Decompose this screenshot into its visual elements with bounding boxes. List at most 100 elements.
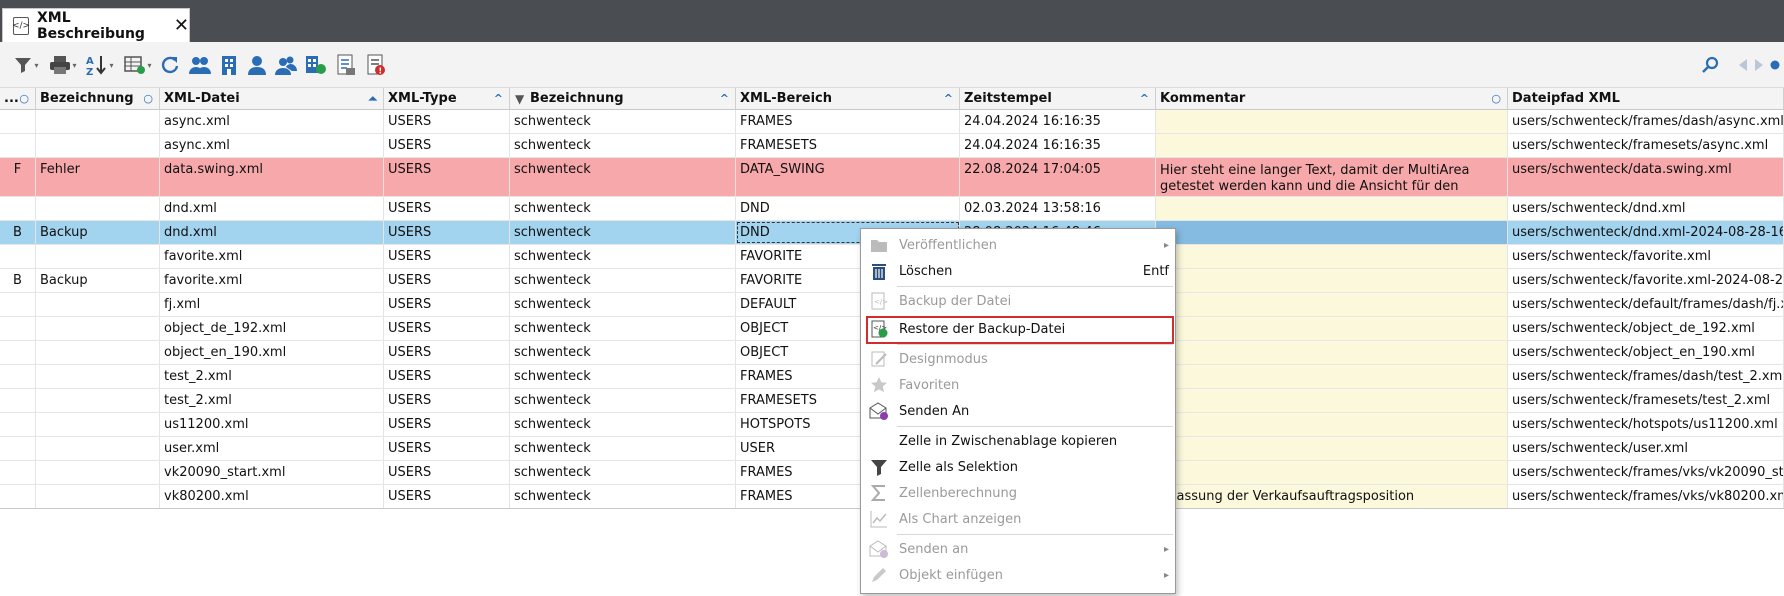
menu-item-veroeffentlichen[interactable]: Veröffentlichen ▸ <box>861 232 1175 258</box>
table-cell-flag[interactable]: B <box>0 221 36 244</box>
table-cell-pfad[interactable]: users/schwenteck/data.swing.xml <box>1508 158 1784 196</box>
table-cell-pfad[interactable]: users/schwenteck/favorite.xml <box>1508 245 1784 268</box>
table-cell-bez2[interactable]: schwenteck <box>510 317 736 340</box>
export-icon[interactable]: ▾ <box>122 52 154 78</box>
menu-item-designmodus[interactable]: Designmodus <box>861 346 1175 372</box>
table-cell-type[interactable]: USERS <box>384 269 510 292</box>
table-cell-type[interactable]: USERS <box>384 317 510 340</box>
menu-item-zelle-selektion[interactable]: Zelle als Selektion <box>861 454 1175 480</box>
table-cell-pfad[interactable]: users/schwenteck/framesets/async.xml <box>1508 134 1784 157</box>
table-cell-type[interactable]: USERS <box>384 437 510 460</box>
print-icon[interactable]: ▾ <box>46 52 80 78</box>
table-cell-bez2[interactable]: schwenteck <box>510 221 736 244</box>
table-cell-kommentar[interactable] <box>1156 197 1508 220</box>
table-cell-file[interactable]: vk80200.xml <box>160 485 384 508</box>
table-cell-bez[interactable] <box>36 413 160 436</box>
column-header-xml-bereich[interactable]: XML-Bereich ^ <box>736 88 960 110</box>
table-cell-type[interactable]: USERS <box>384 485 510 508</box>
table-cell-file[interactable]: test_2.xml <box>160 389 384 412</box>
table-cell-file[interactable]: async.xml <box>160 134 384 157</box>
column-header-xml-datei[interactable]: XML-Datei ⏶ <box>160 88 384 110</box>
table-cell-zeit[interactable]: 22.08.2024 17:04:05 <box>960 158 1156 196</box>
table-cell-bez2[interactable]: schwenteck <box>510 485 736 508</box>
table-cell-bez[interactable]: Backup <box>36 269 160 292</box>
table-cell-kommentar[interactable] <box>1156 293 1508 316</box>
table-cell-file[interactable]: fj.xml <box>160 293 384 316</box>
table-cell-pfad[interactable]: users/schwenteck/object_en_190.xml <box>1508 341 1784 364</box>
menu-item-zellenberechnung[interactable]: Zellenberechnung <box>861 480 1175 506</box>
table-cell-type[interactable]: USERS <box>384 197 510 220</box>
filter-icon[interactable]: ▾ <box>10 52 42 78</box>
table-cell-bez[interactable] <box>36 485 160 508</box>
table-cell-bez[interactable]: Fehler <box>36 158 160 196</box>
table-cell-kommentar[interactable] <box>1156 110 1508 133</box>
table-cell-bez[interactable] <box>36 245 160 268</box>
table-cell-pfad[interactable]: users/schwenteck/object_de_192.xml <box>1508 317 1784 340</box>
table-cell-bez[interactable] <box>36 389 160 412</box>
prev-icon[interactable] <box>1736 52 1750 78</box>
table-cell-bez2[interactable]: schwenteck <box>510 110 736 133</box>
sort-double-up-icon[interactable]: ⏶ <box>368 88 377 110</box>
table-cell-bez2[interactable]: schwenteck <box>510 197 736 220</box>
table-cell-zeit[interactable]: 24.04.2024 16:16:35 <box>960 134 1156 157</box>
building-icon[interactable] <box>218 52 240 78</box>
table-cell-type[interactable]: USERS <box>384 245 510 268</box>
table-cell-pfad[interactable]: users/schwenteck/dnd.xml-2024-08-28-16.4… <box>1508 221 1784 244</box>
sort-up-icon[interactable]: ^ <box>494 88 503 110</box>
users-group-icon[interactable] <box>188 52 212 78</box>
table-cell-flag[interactable] <box>0 293 36 316</box>
table-cell-kommentar[interactable] <box>1156 221 1508 244</box>
table-cell-flag[interactable] <box>0 197 36 220</box>
table-cell-type[interactable]: USERS <box>384 389 510 412</box>
table-cell-flag[interactable] <box>0 461 36 484</box>
table-cell-kommentar[interactable]: npassung der Verkaufsauftragsposition <box>1156 485 1508 508</box>
table-cell-file[interactable]: object_de_192.xml <box>160 317 384 340</box>
column-header-bezeichnung-2[interactable]: ▼ Bezeichnung ^ <box>510 88 736 110</box>
menu-item-chart[interactable]: Als Chart anzeigen <box>861 506 1175 532</box>
table-cell-pfad[interactable]: users/schwenteck/frames/dash/test_2.xml <box>1508 365 1784 388</box>
table-cell-type[interactable]: USERS <box>384 110 510 133</box>
table-cell-bez2[interactable]: schwenteck <box>510 341 736 364</box>
table-cell-bez2[interactable]: schwenteck <box>510 269 736 292</box>
table-cell-pfad[interactable]: users/schwenteck/frames/vks/vk80200.xml <box>1508 485 1784 508</box>
table-cell-bez2[interactable]: schwenteck <box>510 365 736 388</box>
table-cell-file[interactable]: vk20090_start.xml <box>160 461 384 484</box>
table-cell-pfad[interactable]: users/schwenteck/dnd.xml <box>1508 197 1784 220</box>
column-option-icon[interactable]: ○ <box>19 88 29 110</box>
document-list-icon[interactable] <box>334 52 358 78</box>
table-row[interactable]: F Fehler data.swing.xml USERS schwenteck DATA… <box>0 158 1784 197</box>
table-cell-bez2[interactable]: schwenteck <box>510 389 736 412</box>
table-cell-file[interactable]: favorite.xml <box>160 245 384 268</box>
table-cell-type[interactable]: USERS <box>384 413 510 436</box>
table-cell-flag[interactable] <box>0 485 36 508</box>
menu-item-loeschen[interactable]: Löschen Entf <box>861 258 1175 284</box>
table-cell-type[interactable]: USERS <box>384 341 510 364</box>
table-cell-bez2[interactable]: schwenteck <box>510 158 736 196</box>
table-cell-file[interactable]: user.xml <box>160 437 384 460</box>
table-cell-bez[interactable] <box>36 317 160 340</box>
table-row[interactable]: async.xml USERS schwenteck FRAMES 24.04.2024… <box>0 110 1784 134</box>
table-cell-kommentar[interactable] <box>1156 245 1508 268</box>
menu-item-restore[interactable]: </> Restore der Backup-Datei <box>861 316 1175 342</box>
search-icon[interactable] <box>1700 52 1722 78</box>
table-cell-bez2[interactable]: schwenteck <box>510 461 736 484</box>
column-header-zeitstempel[interactable]: Zeitstempel ^ <box>960 88 1156 110</box>
tab-xml-beschreibung[interactable]: </> XML Beschreibung ✕ <box>2 8 190 42</box>
table-cell-flag[interactable] <box>0 365 36 388</box>
table-cell-flag[interactable]: F <box>0 158 36 196</box>
table-cell-bez2[interactable]: schwenteck <box>510 413 736 436</box>
table-cell-bez[interactable] <box>36 365 160 388</box>
table-cell-bereich[interactable]: DND <box>736 197 960 220</box>
column-option-icon[interactable]: ○ <box>1491 88 1501 110</box>
table-cell-flag[interactable] <box>0 245 36 268</box>
column-header-flag[interactable]: ... ○ <box>0 88 36 110</box>
table-cell-bez[interactable] <box>36 341 160 364</box>
table-cell-kommentar[interactable] <box>1156 365 1508 388</box>
table-cell-pfad[interactable]: users/schwenteck/favorite.xml-2024-08-28… <box>1508 269 1784 292</box>
table-cell-bez[interactable] <box>36 461 160 484</box>
table-cell-bez2[interactable]: schwenteck <box>510 245 736 268</box>
menu-item-senden-an-2[interactable]: Senden an ▸ <box>861 536 1175 562</box>
table-cell-kommentar[interactable] <box>1156 134 1508 157</box>
table-cell-flag[interactable] <box>0 413 36 436</box>
column-header-xml-type[interactable]: XML-Type ^ <box>384 88 510 110</box>
